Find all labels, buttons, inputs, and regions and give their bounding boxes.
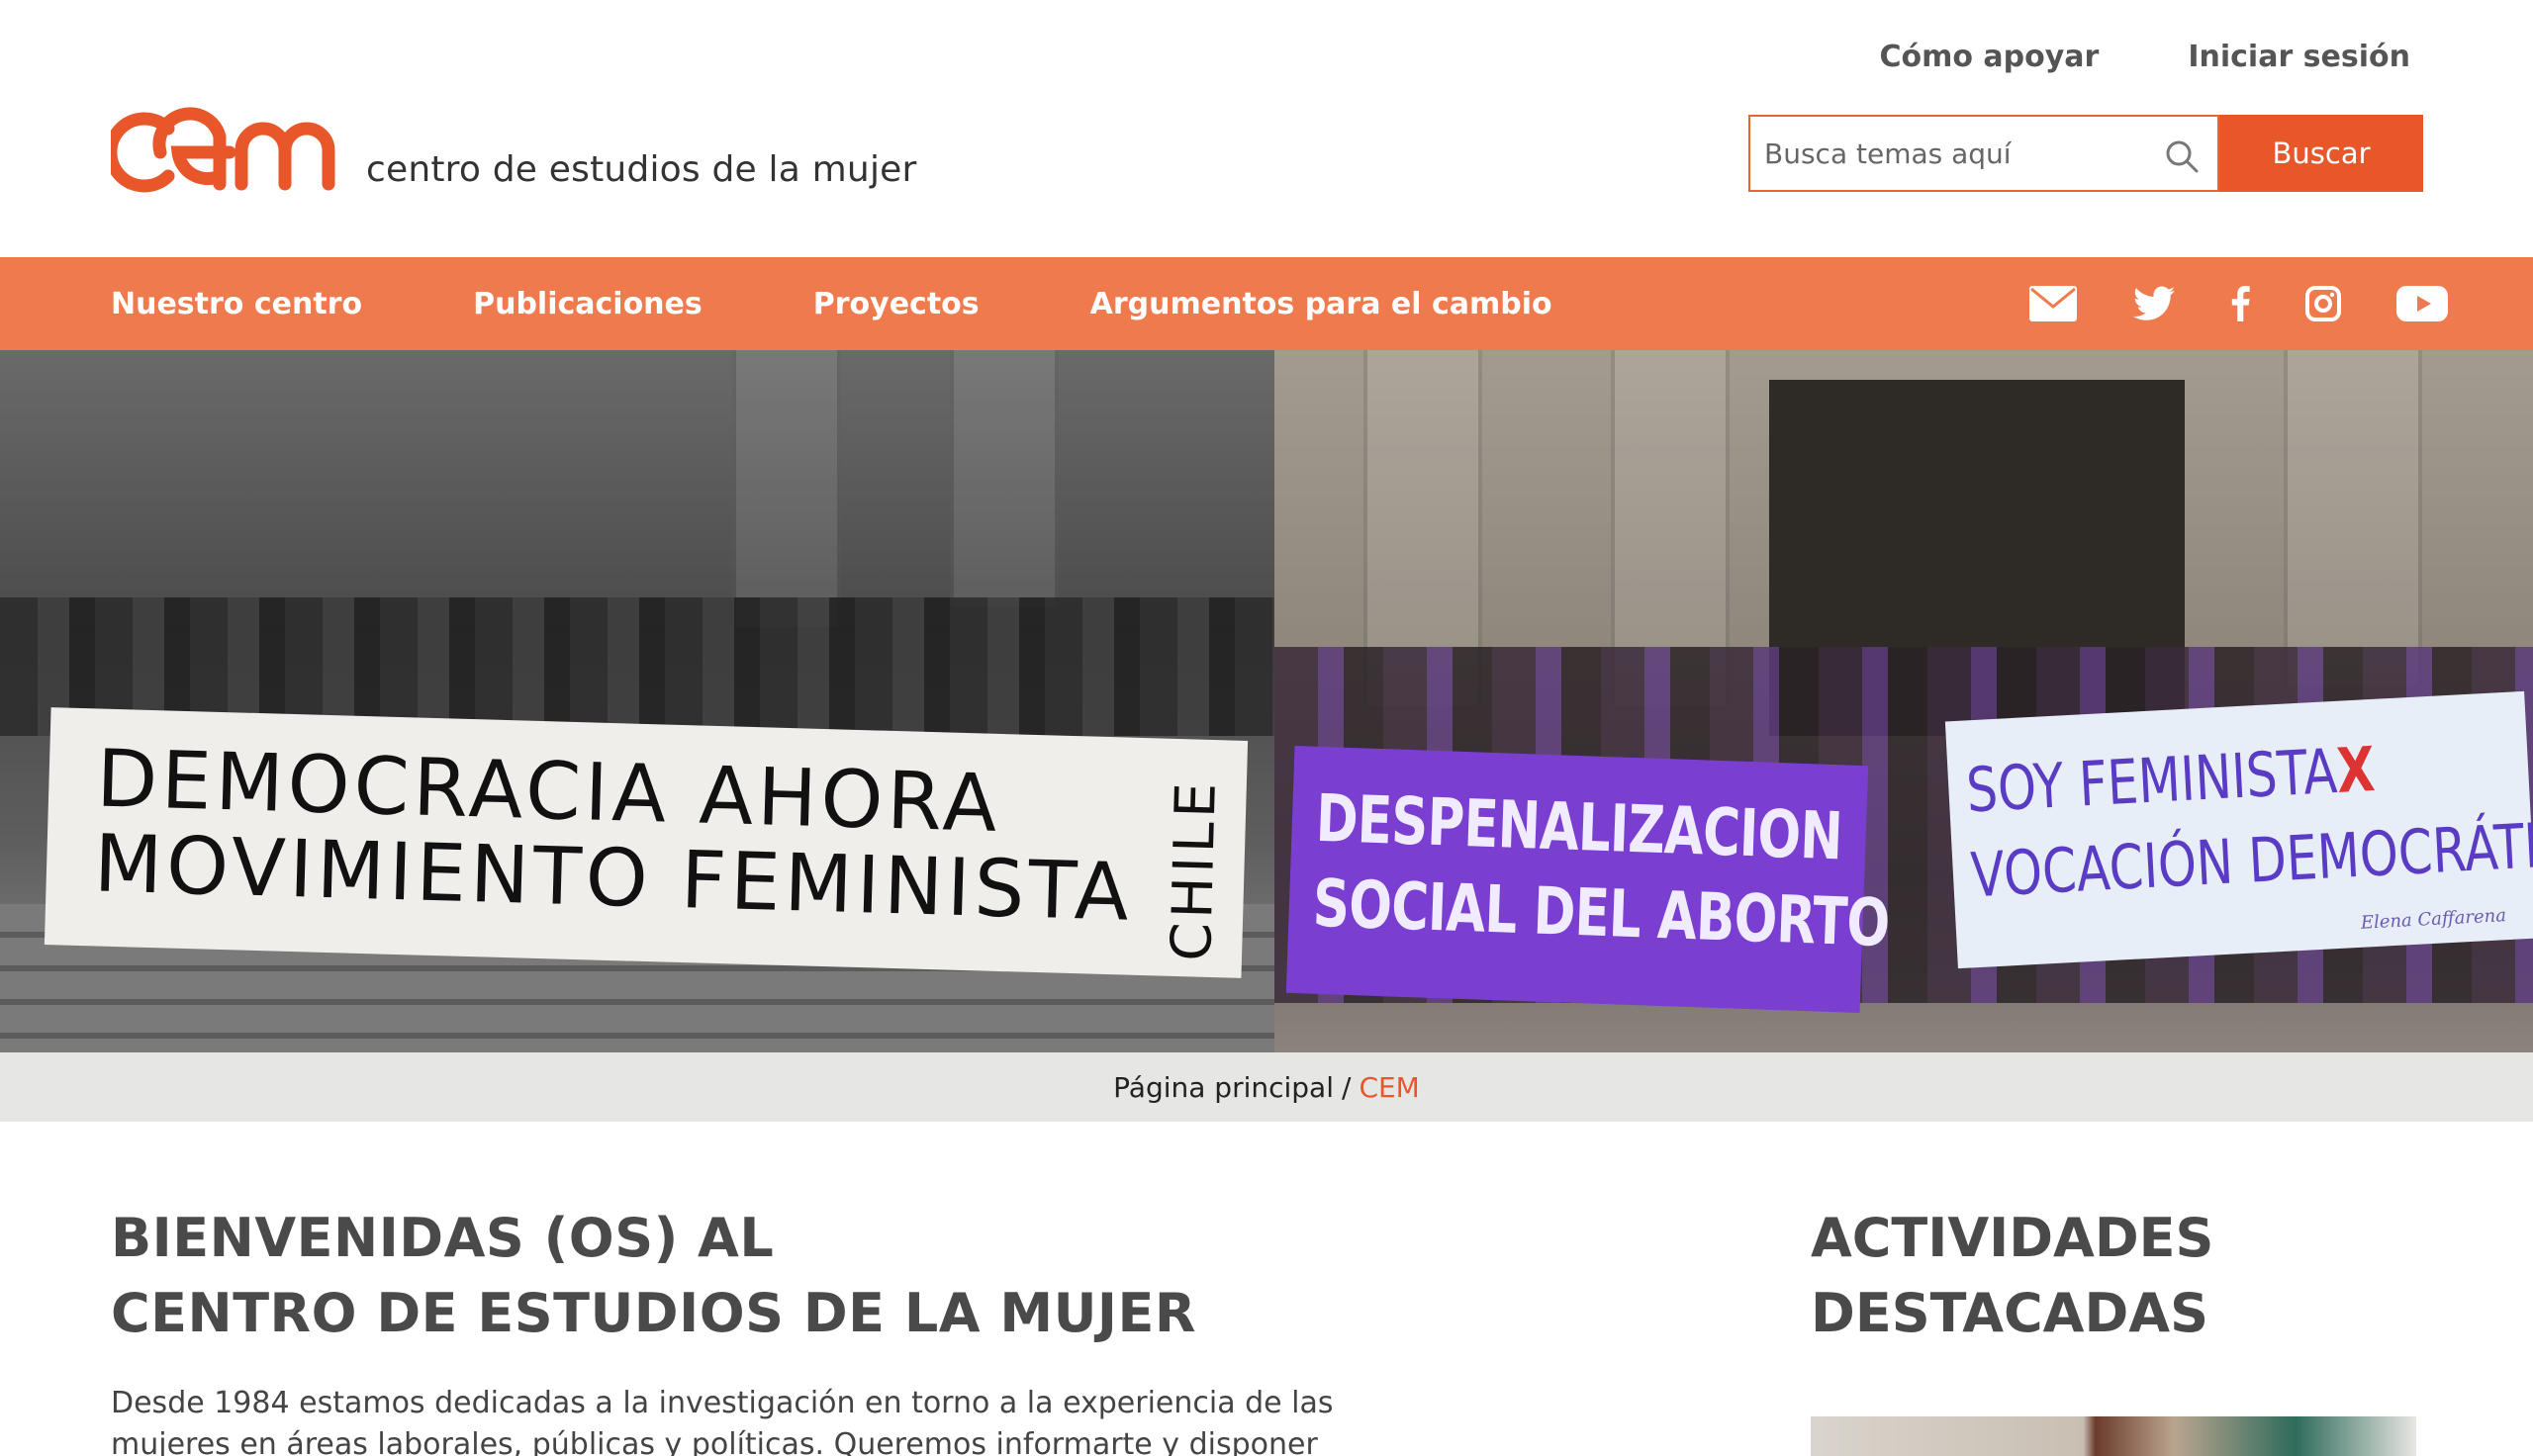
- protest-banner-purple: DESPENALIZACION SOCIAL DEL ABORTO: [1285, 745, 1891, 1014]
- login-link[interactable]: Iniciar sesión: [2188, 40, 2410, 74]
- search-button[interactable]: Buscar: [2219, 115, 2423, 192]
- social-links: [1973, 257, 2448, 350]
- nav-item-publicaciones[interactable]: Publicaciones: [473, 287, 703, 321]
- hero-photo-historic: DEMOCRACIA AHORA MOVIMIENTO FEMINISTA CH…: [0, 350, 1274, 1052]
- welcome-title-line: CENTRO DE ESTUDIOS DE LA MUJER: [111, 1282, 1196, 1344]
- site-logo[interactable]: centro de estudios de la mujer: [111, 107, 917, 196]
- banner-text: DESPENALIZACION SOCIAL DEL ABORTO: [1311, 776, 1893, 966]
- hero-banner: DEMOCRACIA AHORA MOVIMIENTO FEMINISTA CH…: [0, 350, 2533, 1052]
- banner-signature: Elena Caffarena: [2360, 905, 2507, 934]
- nav-item-proyectos[interactable]: Proyectos: [813, 287, 980, 321]
- welcome-title: BIENVENIDAS (OS) AL CENTRO DE ESTUDIOS D…: [111, 1201, 1196, 1351]
- search-input[interactable]: [1750, 117, 2217, 190]
- mail-icon[interactable]: [2028, 285, 2078, 322]
- banner-line-part: SOY FEMINISTA: [1964, 734, 2339, 827]
- photo-column: [732, 350, 841, 627]
- site-header: centro de estudios de la mujer Cómo apoy…: [0, 0, 2533, 257]
- search-form: Buscar: [1748, 115, 2423, 192]
- twitter-icon[interactable]: [2133, 286, 2175, 321]
- youtube-icon[interactable]: [2396, 286, 2448, 321]
- activities-title-line: DESTACADAS: [1811, 1282, 2208, 1344]
- breadcrumb-home-link[interactable]: Página principal: [1113, 1071, 1334, 1104]
- nav-item-nuestro-centro[interactable]: Nuestro centro: [111, 287, 362, 321]
- facebook-icon[interactable]: [2230, 286, 2250, 321]
- breadcrumb-separator: /: [1342, 1070, 1352, 1104]
- banner-side-text: CHILE: [1159, 777, 1230, 962]
- activity-thumbnail[interactable]: [1811, 1416, 2416, 1456]
- banner-text: SOY FEMINISTAX VOCACIÓN DEMOCRÁTICA: [1964, 715, 2533, 918]
- hero-photo-recent: DESPENALIZACION SOCIAL DEL ABORTO SOY FE…: [1274, 350, 2533, 1052]
- search-icon[interactable]: [2164, 138, 2200, 174]
- site-name: centro de estudios de la mujer: [366, 149, 917, 190]
- photo-column: [950, 350, 1059, 607]
- protest-banner-white: SOY FEMINISTAX VOCACIÓN DEMOCRÁTICA Elen…: [1944, 690, 2533, 969]
- nav-item-argumentos[interactable]: Argumentos para el cambio: [1090, 287, 1552, 321]
- photo-column: [2284, 350, 2422, 686]
- search-box: [1748, 115, 2219, 192]
- instagram-icon[interactable]: [2305, 286, 2341, 321]
- banner-text: DEMOCRACIA AHORA MOVIMIENTO FEMINISTA: [93, 732, 1136, 938]
- welcome-title-line: BIENVENIDAS (OS) AL: [111, 1207, 775, 1269]
- top-links: Cómo apoyar Iniciar sesión: [1879, 40, 2410, 74]
- breadcrumb-current-link[interactable]: CEM: [1359, 1071, 1419, 1104]
- breadcrumb: Página principal / CEM: [0, 1052, 2533, 1122]
- activities-title: ACTIVIDADES DESTACADAS: [1811, 1201, 2213, 1351]
- banner-x-mark: X: [2334, 732, 2377, 807]
- main-nav: Nuestro centro Publicaciones Proyectos A…: [0, 257, 2533, 350]
- support-link[interactable]: Cómo apoyar: [1879, 40, 2099, 74]
- nav-menu: Nuestro centro Publicaciones Proyectos A…: [111, 257, 1663, 350]
- activities-title-line: ACTIVIDADES: [1811, 1207, 2214, 1269]
- protest-banner: DEMOCRACIA AHORA MOVIMIENTO FEMINISTA CH…: [44, 707, 1249, 978]
- cem-logo-icon: [111, 107, 335, 193]
- welcome-body: Desde 1984 estamos dedicadas a la invest…: [111, 1386, 1334, 1456]
